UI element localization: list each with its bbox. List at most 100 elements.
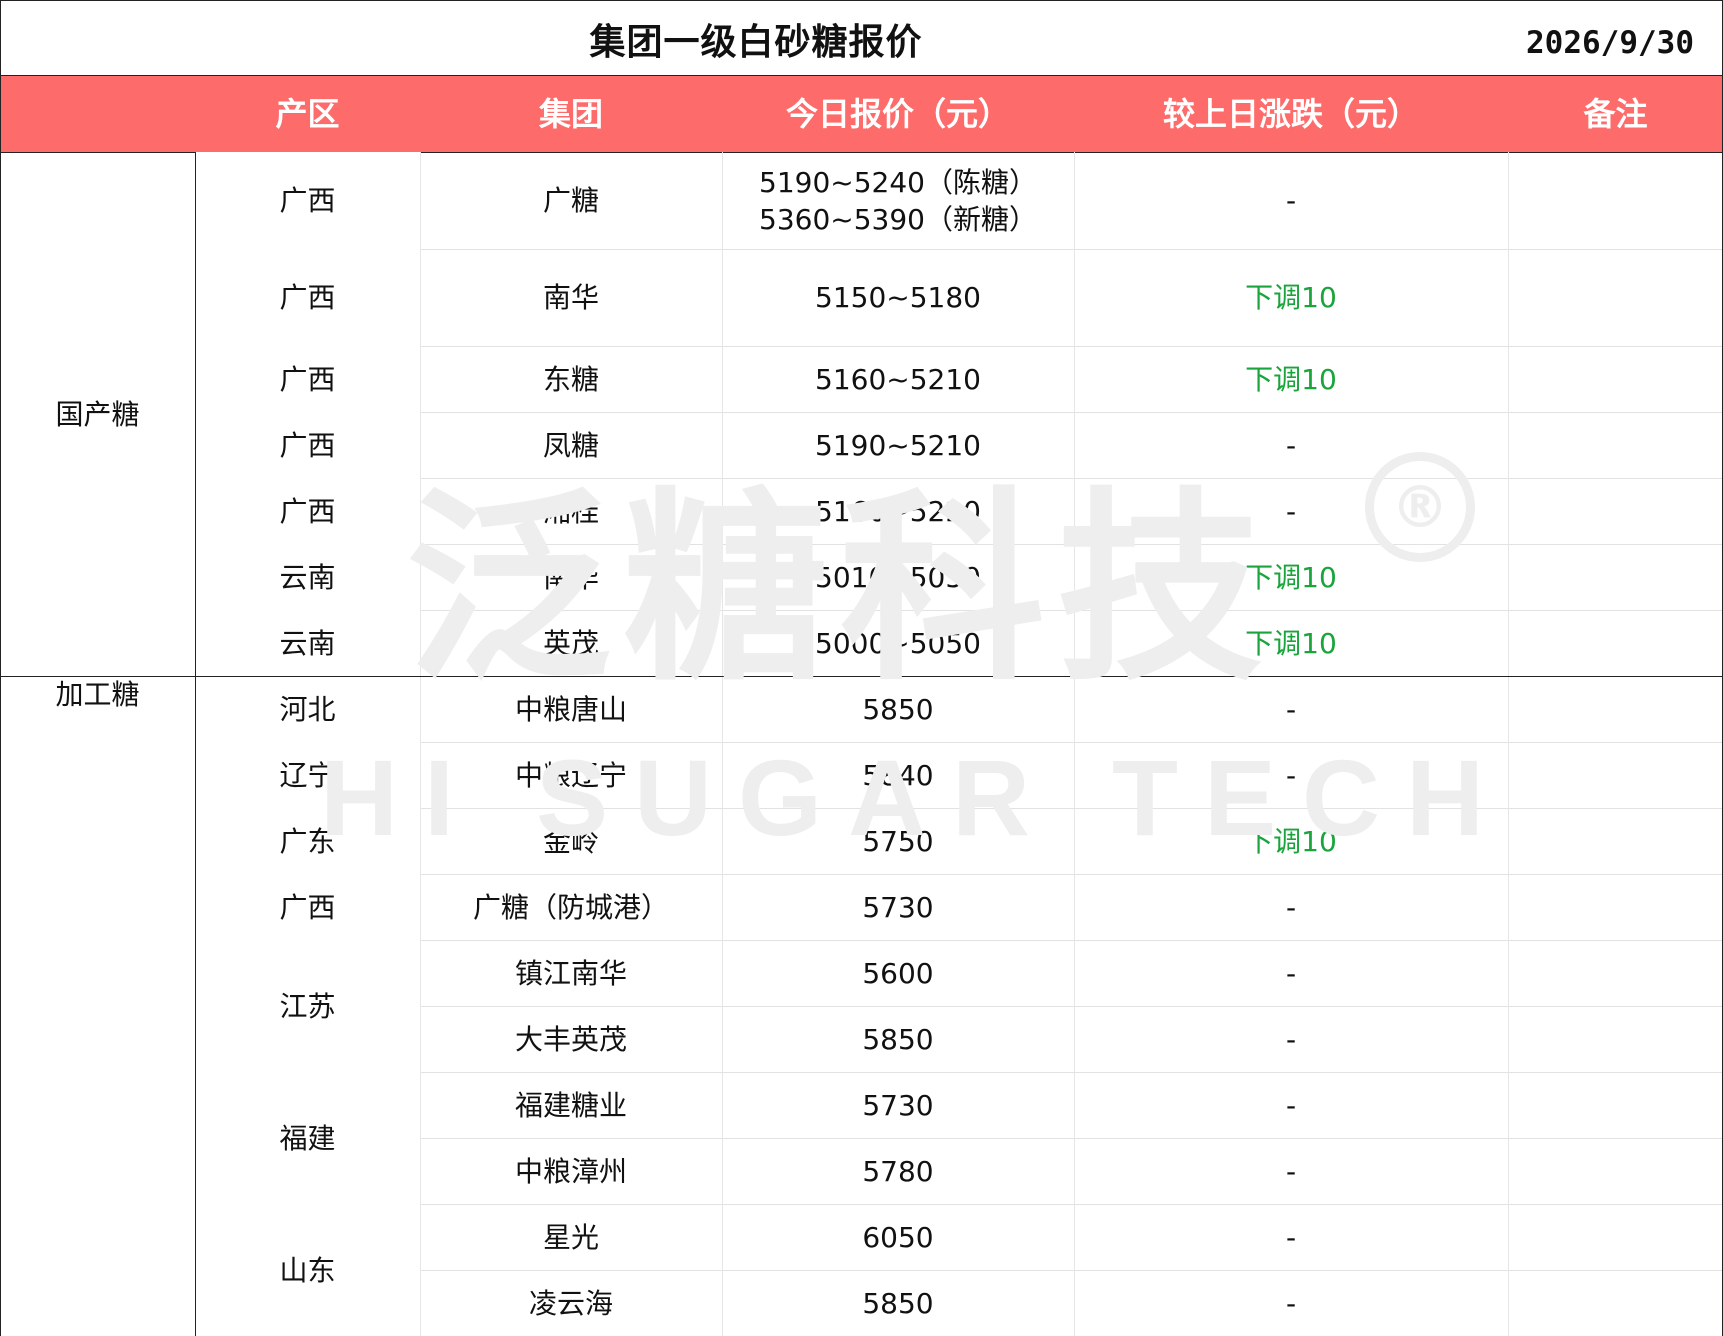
group-cell: 东糖 [542, 362, 599, 396]
change-cell: 下调10 [1245, 626, 1337, 660]
region-cell: 广西 [195, 152, 421, 249]
region-cell: 广西 [195, 478, 421, 544]
price-cell: 5190~5210 [722, 412, 1074, 478]
remark-cell [1508, 152, 1723, 249]
price-line: 5190~5240（陈糖） [759, 165, 1037, 199]
remark-cell [1508, 676, 1723, 742]
remark-cell [1508, 742, 1723, 808]
remark-cell [1508, 1072, 1723, 1138]
change-cell: - [1285, 1154, 1297, 1188]
price-cell: 5010~5050 [722, 544, 1074, 610]
change-cell: - [1285, 1286, 1297, 1320]
price-line: 5840 [862, 758, 934, 792]
region-cell: 广东 [195, 808, 421, 874]
change-cell: - [1285, 428, 1297, 462]
remark-cell [1508, 249, 1723, 346]
group-cell: 广糖 [542, 184, 599, 217]
price-line: 5850 [862, 1022, 934, 1056]
price-cell: 5730 [722, 874, 1074, 940]
price-cell: 5190~5240（陈糖） 5360~5390（新糖） [722, 152, 1074, 249]
region-cell: 广西 [195, 874, 421, 940]
change-cell: - [1285, 890, 1297, 924]
region-cell: 云南 [195, 610, 421, 676]
remark-cell [1508, 1006, 1723, 1072]
change-cell: - [1285, 1088, 1297, 1122]
price-line: 5160~5210 [815, 362, 981, 396]
group-cell: 星光 [542, 1220, 599, 1254]
change-cell: - [1285, 1022, 1297, 1056]
change-cell: 下调10 [1245, 362, 1337, 396]
region-cell: 山东 [195, 1204, 421, 1336]
group-cell: 大丰英茂 [514, 1022, 627, 1056]
change-cell: - [1285, 184, 1297, 217]
section-divider [0, 676, 1723, 677]
price-line: 5360~5390（新糖） [759, 202, 1037, 236]
change-cell: - [1285, 692, 1297, 726]
group-cell: 镇江南华 [514, 956, 627, 990]
change-cell: - [1285, 1220, 1297, 1254]
group-cell: 南华 [542, 281, 599, 314]
price-cell: 5850 [722, 1006, 1074, 1072]
header-group: 集团 [538, 95, 603, 133]
table-header: 产区 集团 今日报价（元） 较上日涨跌（元） 备注 [0, 75, 1723, 153]
price-cell: 5730 [722, 1072, 1074, 1138]
price-line: 5730 [862, 1088, 934, 1122]
remark-cell [1508, 610, 1723, 676]
price-cell: 6050 [722, 1204, 1074, 1270]
price-line: 5850 [862, 1286, 934, 1320]
price-line: 5600 [862, 956, 934, 990]
price-cell: 5850 [722, 1270, 1074, 1336]
price-line: 6050 [862, 1220, 934, 1254]
price-cell: 5850 [722, 676, 1074, 742]
group-cell: 南华 [542, 560, 599, 594]
header-price: 今日报价（元） [785, 95, 1010, 133]
region-cell: 辽宁 [195, 742, 421, 808]
group-cell: 金岭 [542, 824, 599, 858]
remark-cell [1508, 412, 1723, 478]
price-line: 5010~5050 [815, 560, 981, 594]
price-cell: 5150~5180 [722, 249, 1074, 346]
region-cell: 云南 [195, 544, 421, 610]
price-cell: 5840 [722, 742, 1074, 808]
category-cell: 加工糖 [55, 678, 140, 711]
remark-cell [1508, 1138, 1723, 1204]
price-line: 5190~5210 [815, 428, 981, 462]
group-cell: 福建糖业 [514, 1088, 627, 1122]
header-remark: 备注 [1583, 95, 1648, 133]
region-cell: 广西 [195, 346, 421, 412]
title-row: 集团一级白砂糖报价 2026/9/30 [0, 0, 1723, 75]
group-cell: 英茂 [542, 626, 599, 660]
change-cell: 下调10 [1245, 281, 1337, 314]
price-line: 5000~5050 [815, 626, 981, 660]
price-cell: 5160~5220 [722, 478, 1074, 544]
price-line: 5780 [862, 1154, 934, 1188]
remark-cell [1508, 1270, 1723, 1336]
region-cell: 河北 [195, 676, 421, 742]
group-cell: 中粮辽宁 [514, 758, 627, 792]
category-cell: 国产糖 [55, 397, 140, 431]
price-cell: 5750 [722, 808, 1074, 874]
category-divider [195, 152, 196, 1336]
change-cell: - [1285, 758, 1297, 792]
group-cell: 广糖（防城港） [472, 890, 669, 924]
change-cell: - [1285, 956, 1297, 990]
remark-cell [1508, 940, 1723, 1006]
remark-cell [1508, 1204, 1723, 1270]
price-cell: 5000~5050 [722, 610, 1074, 676]
remark-cell [1508, 874, 1723, 940]
group-cell: 凌云海 [528, 1286, 613, 1320]
region-cell: 福建 [195, 1072, 421, 1204]
region-cell: 广西 [195, 249, 421, 346]
remark-cell [1508, 346, 1723, 412]
price-line: 5160~5220 [815, 494, 981, 528]
price-cell: 5600 [722, 940, 1074, 1006]
change-cell: - [1285, 494, 1297, 528]
price-line: 5150~5180 [815, 281, 981, 314]
group-cell: 中粮唐山 [514, 692, 627, 726]
price-line: 5730 [862, 890, 934, 924]
group-cell: 湘桂 [542, 494, 599, 528]
price-line: 5750 [862, 824, 934, 858]
remark-cell [1508, 808, 1723, 874]
region-cell: 广西 [195, 412, 421, 478]
header-change: 较上日涨跌（元） [1162, 95, 1419, 133]
